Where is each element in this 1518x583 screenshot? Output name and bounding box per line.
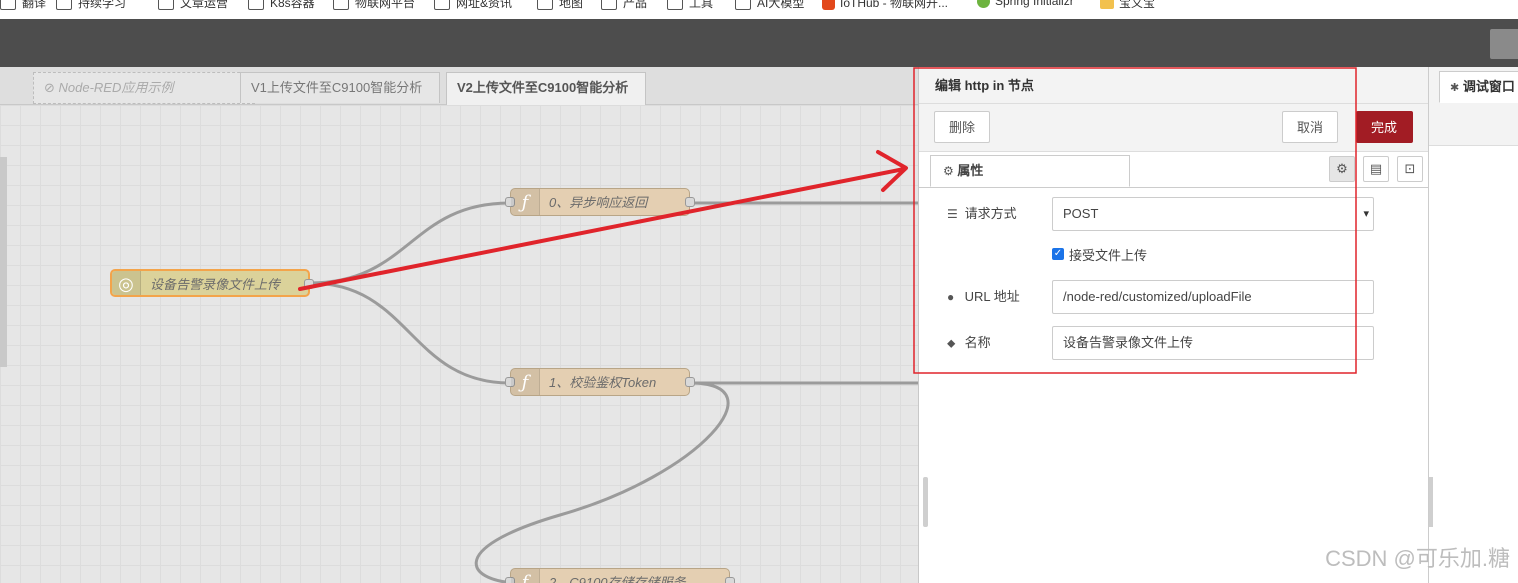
- gear-icon: ⚙: [943, 164, 954, 178]
- app-header: [0, 19, 1518, 67]
- output-port[interactable]: [304, 279, 314, 289]
- bookmark-item[interactable]: K8s容器: [248, 0, 315, 11]
- output-port[interactable]: [685, 197, 695, 207]
- chevron-down-icon: ▾: [1363, 208, 1369, 220]
- url-row: ● URL 地址 /node-red/customized/uploadFile: [919, 280, 1429, 314]
- tray-toolbar: 删除 取消 完成: [919, 104, 1429, 152]
- appearance-frame-icon[interactable]: ⊡: [1397, 156, 1423, 182]
- folder-icon: [0, 0, 16, 11]
- bookmark-item[interactable]: 宝义宝: [1100, 0, 1155, 11]
- folder-icon: [1100, 0, 1114, 10]
- globe-icon: ◎: [112, 271, 141, 295]
- bookmark-item[interactable]: IoTHub - 物联网开...: [822, 0, 948, 11]
- bookmark-item[interactable]: 地图: [537, 0, 583, 11]
- method-row: ☰ 请求方式 POST ▾: [919, 197, 1429, 231]
- bug-icon: ✱: [1450, 82, 1460, 94]
- method-label: ☰ 请求方式: [947, 197, 1017, 231]
- upload-row: ✓ 接受文件上传: [919, 245, 1429, 265]
- bookmark-item[interactable]: 文章运营: [158, 0, 228, 11]
- upload-label: 接受文件上传: [1069, 248, 1148, 263]
- description-doc-icon[interactable]: ▤: [1363, 156, 1389, 182]
- bookmark-item[interactable]: 持续学习: [56, 0, 126, 11]
- name-row: ⬥ 名称 设备告警录像文件上传: [919, 326, 1429, 360]
- workspace-tabs: ⊘ Node-RED应用示例 V1上传文件至C9100智能分析 V2上传文件至C…: [0, 67, 918, 105]
- folder-icon: [537, 0, 553, 11]
- tray-tabs: ⚙ 属性 ⚙ ▤ ⊡: [919, 151, 1429, 188]
- folder-icon: [735, 0, 751, 11]
- folder-icon: [158, 0, 174, 11]
- bookmark-item[interactable]: 物联网平台: [333, 0, 415, 11]
- folder-icon: [248, 0, 264, 11]
- function-node-storage-service[interactable]: ƒ 2、C9100存储存储服务: [505, 568, 735, 583]
- list-icon: ☰: [947, 207, 958, 221]
- edit-tray: 编辑 http in 节点 删除 取消 完成 ⚙ 属性 ⚙ ▤ ⊡ ☰ 请求方式…: [918, 67, 1429, 583]
- bookmark-item[interactable]: 翻译: [0, 0, 46, 11]
- tab-v1-upload[interactable]: V1上传文件至C9100智能分析: [240, 72, 440, 103]
- tab-properties[interactable]: ⚙ 属性: [930, 155, 1130, 187]
- cancel-button[interactable]: 取消: [1282, 111, 1339, 143]
- deploy-button[interactable]: [1490, 29, 1518, 59]
- bookmark-item[interactable]: 网址&资讯: [434, 0, 512, 11]
- delete-button[interactable]: 删除: [934, 111, 991, 143]
- globe-icon: ●: [947, 290, 955, 304]
- folder-icon: [434, 0, 450, 11]
- name-input[interactable]: 设备告警录像文件上传: [1052, 326, 1374, 360]
- url-label: ● URL 地址: [947, 280, 1020, 314]
- spring-icon: [977, 0, 990, 9]
- url-input[interactable]: /node-red/customized/uploadFile: [1052, 280, 1374, 314]
- http-in-node[interactable]: ◎ 设备告警录像文件上传: [110, 269, 314, 297]
- bookmark-item[interactable]: AI大模型: [735, 0, 804, 11]
- function-icon: ƒ: [511, 189, 540, 215]
- method-select[interactable]: POST ▾: [1052, 197, 1374, 231]
- tag-icon: ⬥: [947, 336, 956, 350]
- folder-icon: [601, 0, 617, 11]
- upload-checkbox[interactable]: ✓: [1052, 248, 1064, 260]
- bookmarks-bar: 翻译 持续学习 文章运营 K8s容器 物联网平台 网址&资讯 地图 产品 工具 …: [0, 0, 1518, 20]
- workspace: ⊘ Node-RED应用示例 V1上传文件至C9100智能分析 V2上传文件至C…: [0, 67, 918, 583]
- tab-node-red-example[interactable]: ⊘ Node-RED应用示例: [33, 72, 255, 104]
- tab-debug[interactable]: ✱ 调试窗口: [1439, 71, 1518, 103]
- right-sidebar: ✱ 调试窗口: [1428, 67, 1518, 583]
- bookmark-item[interactable]: 工具: [667, 0, 713, 11]
- folder-icon: [56, 0, 72, 11]
- function-node-verify-token[interactable]: ƒ 1、校验鉴权Token: [505, 368, 695, 396]
- iothub-icon: [822, 0, 835, 11]
- folder-icon: [333, 0, 349, 11]
- function-icon: ƒ: [511, 569, 540, 583]
- tray-title: 编辑 http in 节点: [919, 67, 1429, 104]
- function-icon: ƒ: [511, 369, 540, 395]
- flow-canvas[interactable]: ◎ 设备告警录像文件上传 ƒ 0、异步响应返回 ƒ 1、校验鉴权Token ƒ …: [0, 105, 918, 583]
- name-label: ⬥ 名称: [947, 326, 991, 360]
- folder-icon: [667, 0, 683, 11]
- watermark: CSDN @可乐加.糖: [1325, 546, 1510, 571]
- tray-resize-handle[interactable]: [923, 477, 928, 527]
- output-port[interactable]: [725, 577, 735, 583]
- bookmark-item[interactable]: Spring Initializr: [977, 0, 1074, 9]
- bookmark-item[interactable]: 产品: [601, 0, 647, 11]
- settings-gear-icon[interactable]: ⚙: [1329, 156, 1355, 182]
- output-port[interactable]: [685, 377, 695, 387]
- sidebar-resize-handle[interactable]: [1429, 477, 1433, 527]
- done-button[interactable]: 完成: [1356, 111, 1413, 143]
- function-node-async-response[interactable]: ƒ 0、异步响应返回: [505, 188, 695, 216]
- flow-wires: [309, 201, 918, 583]
- tab-v2-upload[interactable]: V2上传文件至C9100智能分析: [446, 72, 646, 105]
- sidebar-header: ✱ 调试窗口: [1429, 67, 1518, 146]
